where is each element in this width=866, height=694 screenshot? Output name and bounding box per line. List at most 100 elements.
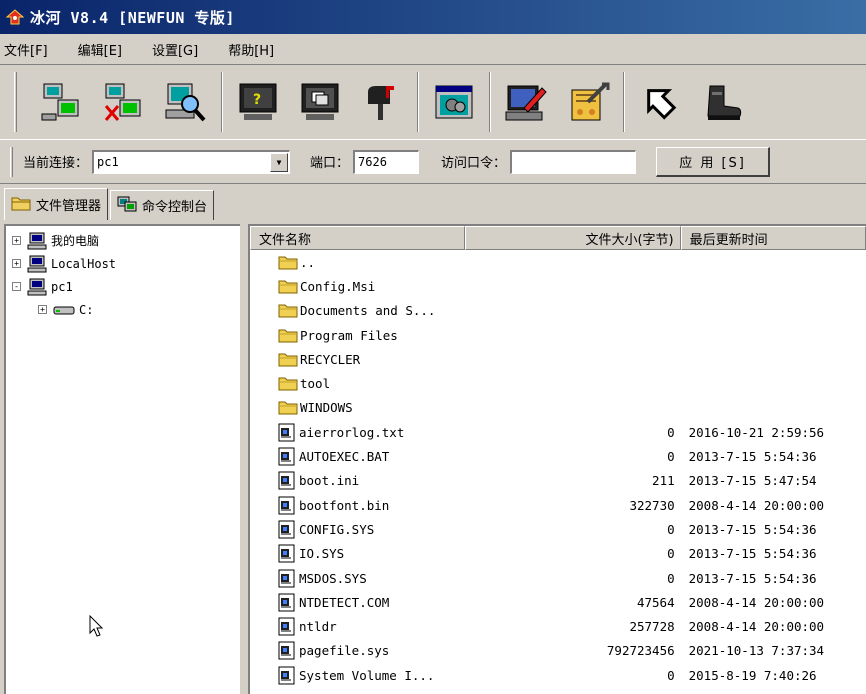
file-row[interactable]: NTDETECT.COM 47564 2008-4-14 20:00:00 — [250, 590, 866, 614]
column-header-name[interactable]: 文件名称 — [250, 226, 466, 250]
folder-icon — [278, 400, 298, 415]
tab-file-manager-label: 文件管理器 — [36, 199, 102, 214]
exit-boot-icon — [707, 85, 742, 120]
file-row[interactable]: CONFIG.SYS 0 2013-7-15 5:54:36 — [250, 517, 866, 541]
toolbar-grip — [14, 72, 17, 132]
file-name: RECYCLER — [300, 351, 361, 367]
file-row[interactable]: MSDOS.SYS 0 2013-7-15 5:54:36 — [250, 566, 866, 590]
file-name: tool — [300, 376, 331, 392]
file-icon — [278, 447, 295, 466]
file-name: MSDOS.SYS — [299, 570, 367, 586]
file-icon — [278, 496, 295, 515]
file-size: 0 — [667, 570, 675, 586]
menu-settings[interactable]: 设置[G] — [152, 40, 198, 59]
dropdown-arrow-icon[interactable]: ▼ — [270, 152, 289, 172]
file-name-cell: System Volume I... — [250, 666, 565, 685]
tree-item-drive-c[interactable]: + C: — [6, 298, 240, 321]
file-icon — [278, 471, 295, 490]
connection-bar-grip — [10, 146, 13, 177]
tab-file-manager[interactable]: 文件管理器 — [4, 188, 109, 220]
file-row[interactable]: System Volume I... 0 2015-8-19 7:40:26 — [250, 663, 866, 687]
file-date: 2013-7-15 5:47:54 — [688, 473, 817, 489]
file-row[interactable]: AUTOEXEC.BAT 0 2013-7-15 5:54:36 — [250, 444, 866, 468]
column-header-size[interactable]: 文件大小(字节) — [465, 226, 681, 250]
file-row[interactable]: bootfont.bin 322730 2008-4-14 20:00:00 — [250, 493, 866, 517]
file-name: ntldr — [299, 619, 337, 635]
folder-icon — [278, 255, 298, 270]
file-name: AUTOEXEC.BAT — [299, 449, 390, 465]
file-icon — [278, 423, 295, 442]
menu-file[interactable]: 文件[F] — [4, 40, 48, 59]
expand-icon[interactable]: + — [12, 259, 21, 268]
folder-icon — [278, 303, 298, 318]
file-row[interactable]: IO.SYS 0 2013-7-15 5:54:36 — [250, 542, 866, 566]
column-header-date[interactable]: 最后更新时间 — [680, 226, 866, 250]
tree-item-pc1[interactable]: - pc1 — [6, 275, 240, 298]
file-row[interactable]: Config.Msi — [250, 274, 866, 298]
menu-edit[interactable]: 编辑[E] — [78, 40, 122, 59]
config-server-button[interactable] — [429, 74, 479, 130]
tree-item-my-computer[interactable]: + 我的电脑 — [6, 229, 240, 252]
remove-host-button[interactable] — [99, 74, 149, 130]
apply-button[interactable]: 应 用 [S] — [656, 146, 771, 177]
file-row[interactable]: boot.ini 211 2013-7-15 5:47:54 — [250, 469, 866, 493]
expand-icon[interactable]: + — [38, 305, 47, 314]
file-name-cell: ntldr — [250, 617, 565, 636]
file-row[interactable]: .. — [250, 250, 866, 274]
host-tree[interactable]: + 我的电脑 + LocalHost - pc1 + C: — [4, 224, 240, 694]
tab-bar: 文件管理器 命令控制台 — [0, 186, 866, 220]
screen-control-button[interactable] — [295, 74, 345, 130]
back-button[interactable] — [635, 74, 685, 130]
tree-item-label: LocalHost — [51, 256, 117, 271]
tree-item-label: 我的电脑 — [51, 234, 100, 248]
exit-button[interactable] — [697, 74, 747, 130]
title-bar: 冰河 V8.4 [NEWFUN 专版] — [0, 0, 866, 34]
file-name-cell: CONFIG.SYS — [250, 520, 565, 539]
current-connection-select[interactable]: pc1 ▼ — [92, 149, 291, 174]
main-toolbar: ? — [0, 64, 866, 140]
tree-item-localhost[interactable]: + LocalHost — [6, 252, 240, 275]
file-size: 257728 — [629, 619, 675, 635]
file-name: WINDOWS — [300, 400, 353, 416]
file-icon — [278, 593, 295, 612]
tools-config-button[interactable] — [563, 74, 613, 130]
file-row[interactable]: Program Files — [250, 323, 866, 347]
screen-capture-button[interactable]: ? — [233, 74, 283, 130]
file-row[interactable]: aierrorlog.txt 0 2016-10-21 2:59:56 — [250, 420, 866, 444]
tab-command-console[interactable]: 命令控制台 — [110, 190, 215, 220]
edit-server-button[interactable] — [501, 74, 551, 130]
search-hosts-button[interactable] — [161, 74, 211, 130]
file-name: System Volume I... — [299, 667, 435, 683]
back-icon — [647, 89, 677, 120]
file-list[interactable]: 文件名称 文件大小(字节) 最后更新时间 .. Config.Msi Documen… — [248, 224, 866, 694]
file-size: 0 — [667, 521, 675, 537]
file-list-header: 文件名称 文件大小(字节) 最后更新时间 — [250, 226, 866, 250]
folder-icon — [278, 328, 298, 343]
file-date: 2013-7-15 5:54:36 — [688, 570, 817, 586]
svg-text:?: ? — [253, 92, 261, 108]
file-size: 0 — [667, 449, 675, 465]
port-input[interactable]: 7626 — [353, 149, 420, 174]
file-name: pagefile.sys — [299, 643, 390, 659]
mouse-cursor-icon — [89, 615, 104, 637]
file-row[interactable]: ntldr 257728 2008-4-14 20:00:00 — [250, 614, 866, 638]
file-row[interactable]: Documents and S... — [250, 299, 866, 323]
file-row[interactable]: WINDOWS — [250, 396, 866, 420]
file-name-cell: WINDOWS — [250, 400, 565, 415]
mailbox-button[interactable] — [357, 74, 407, 130]
file-row[interactable]: RECYCLER — [250, 347, 866, 371]
file-name: Documents and S... — [300, 303, 436, 319]
file-row[interactable]: tool — [250, 371, 866, 395]
file-icon — [278, 641, 295, 660]
expand-icon[interactable]: + — [12, 236, 21, 245]
file-date: 2008-4-14 20:00:00 — [688, 619, 825, 635]
collapse-icon[interactable]: - — [12, 282, 21, 291]
folder-icon — [278, 352, 298, 367]
menu-help[interactable]: 帮助[H] — [228, 40, 274, 59]
file-name-cell: NTDETECT.COM — [250, 593, 565, 612]
add-host-button[interactable] — [37, 74, 87, 130]
password-input[interactable] — [510, 149, 637, 174]
current-connection-value: pc1 — [97, 155, 119, 169]
folder-icon — [11, 195, 31, 215]
file-row[interactable]: pagefile.sys 792723456 2021-10-13 7:37:34 — [250, 639, 866, 663]
